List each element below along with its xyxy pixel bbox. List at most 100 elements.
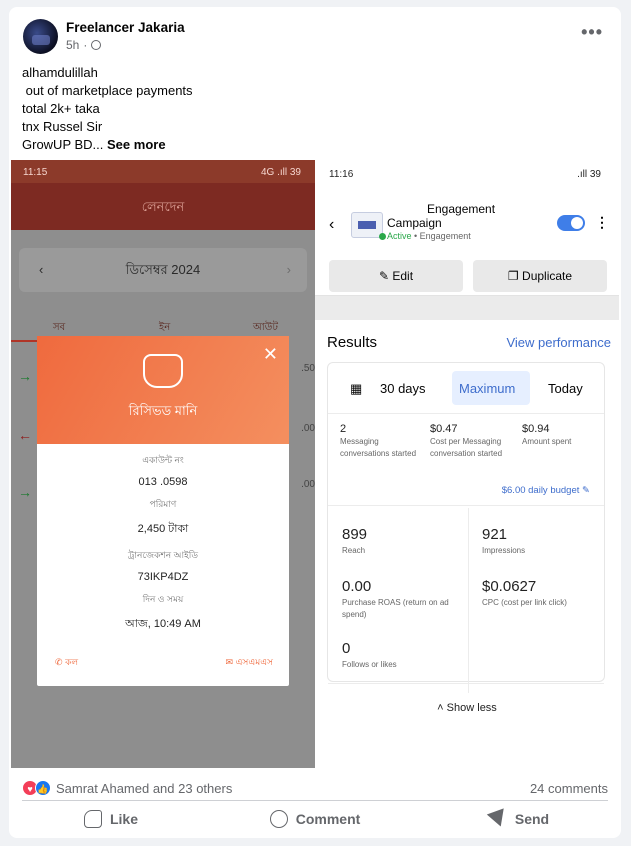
view-performance-link: View performance	[506, 335, 611, 350]
send-label: Send	[514, 811, 550, 827]
like-button[interactable]: Like	[9, 804, 213, 834]
author-name[interactable]: Freelancer Jakaria	[66, 20, 185, 35]
chevron-right-icon: ›	[286, 262, 291, 277]
results-box: ▦ 30 days Maximum Today 2 Messaging conve…	[327, 362, 605, 693]
datetime-label: দিন ও সময়	[142, 594, 184, 604]
divider	[328, 683, 604, 684]
post-line: GrowUP BD... See more	[22, 136, 193, 154]
amount-label: পরিমাণ	[149, 499, 177, 509]
segment-today: Today	[548, 381, 583, 396]
app-title: লেনদেন	[11, 183, 315, 230]
metric-value: 2	[340, 423, 347, 435]
see-more-link[interactable]: See more	[107, 137, 166, 152]
date-segments: ▦ 30 days Maximum Today	[328, 371, 604, 405]
metric-value: $0.94	[522, 423, 550, 435]
post-line: out of marketplace payments	[22, 83, 193, 98]
arrow-out-icon: ←	[18, 427, 32, 443]
post-text: alhamdulillah out of marketplace payment…	[22, 64, 193, 154]
account-label: একাউন্ট নং	[142, 455, 184, 465]
datetime-value: আজ, 10:49 AM	[125, 618, 201, 630]
back-icon: ‹	[329, 216, 335, 233]
kpi-item: 0 Follows or likes	[342, 640, 462, 671]
tab-all: সব	[53, 322, 66, 333]
daily-budget-link: $6.00 daily budget ✎	[502, 485, 590, 496]
tab-out: আউট	[253, 322, 278, 333]
duplicate-button: ❐ Duplicate	[473, 260, 607, 292]
active-sub: • Engagement	[411, 231, 471, 241]
mail-icon: ✉	[225, 657, 234, 667]
post-stats: ♥ 👍 Samrat Ahamed and 23 others 24 comme…	[9, 773, 621, 807]
account-value: 013​ .0598	[138, 476, 188, 488]
amount-fragment: .50	[301, 363, 315, 374]
kpi-item: 921 Impressions	[482, 526, 602, 557]
sms-label: এসএমএস	[235, 657, 273, 667]
post-line: total 2k+ taka	[22, 101, 100, 116]
post-header: Freelancer Jakaria 5h · •••	[9, 7, 621, 63]
comment-button[interactable]: Comment	[213, 804, 417, 834]
send-button[interactable]: Send	[417, 804, 621, 834]
kpi-value: 0	[342, 640, 351, 657]
right-screenshot[interactable]: 11:16 .ıll 39 ‹ Engagement Campaign Acti…	[315, 160, 619, 768]
post-time[interactable]: 5h	[66, 38, 79, 52]
received-money-modal: ✕ রিসিভড মানি একাউন্ট নং 013​ .0598 পরিম…	[37, 336, 289, 686]
more-options-icon[interactable]: •••	[581, 22, 603, 43]
panel-footer	[315, 740, 619, 768]
show-less-button: ˄ Show less	[315, 702, 619, 714]
chevron-left-icon: ‹	[39, 262, 44, 277]
campaign-toggle	[557, 215, 585, 231]
budget-label: $6.00 daily budget	[501, 485, 580, 496]
globe-icon	[91, 40, 102, 50]
post-line: alhamdulillah	[22, 65, 98, 80]
engagement-heading: Engagement	[427, 202, 496, 216]
segment-30-days: 30 days	[380, 381, 426, 396]
post-line-last: GrowUP BD...	[22, 137, 104, 152]
calendar-icon: ▦	[350, 381, 363, 396]
comments-count[interactable]: 24 comments	[530, 781, 608, 796]
send-icon	[486, 808, 510, 830]
left-screenshot[interactable]: 11:15 4G .ıll 39 লেনদেন ‹ ডিসেম্বর 2024 …	[11, 160, 315, 768]
kpi-label: Purchase ROAS (return on ad spend)	[342, 598, 449, 619]
avatar[interactable]	[23, 19, 58, 54]
modal-body: একাউন্ট নং 013​ .0598 পরিমাণ 2,450 টাকা …	[37, 453, 289, 634]
modal-title: রিসিভড মানি	[128, 403, 198, 418]
handshake-icon	[143, 354, 183, 388]
campaign-header: ‹ Engagement Campaign Active • Engagemen…	[315, 186, 619, 296]
kpi-item: 0.00 Purchase ROAS (return on ad spend)	[342, 579, 462, 621]
month-label: ডিসেম্বর 2024	[125, 262, 201, 277]
segment-maximum: Maximum	[459, 381, 516, 396]
call-label: কল	[65, 657, 79, 667]
campaign-status: Active • Engagement	[387, 231, 471, 241]
phone-icon: ✆	[55, 657, 63, 667]
reactions[interactable]: ♥ 👍 Samrat Ahamed and 23 others	[22, 780, 232, 796]
metric-item: $0.47 Cost per Messaging conversation sta…	[430, 423, 518, 460]
divider	[328, 505, 604, 506]
like-label: Like	[109, 811, 138, 827]
kpi-value: 921	[482, 526, 508, 543]
kpi-label: CPC (cost per link click)	[482, 598, 567, 607]
active-dot-icon	[379, 233, 386, 240]
sms-action: ✉ এসএমএস	[226, 655, 274, 670]
actions-divider	[22, 800, 608, 801]
metric-item: 2 Messaging conversations started	[340, 423, 426, 460]
status-bar: 11:15 4G .ıll 39	[11, 160, 315, 183]
duplicate-label: Duplicate	[522, 269, 573, 283]
kpi-item: 899 Reach	[342, 527, 462, 557]
reactions-text[interactable]: Samrat Ahamed and 23 others	[56, 781, 232, 796]
chevron-up-icon: ˄	[437, 702, 444, 714]
post-images: 11:15 4G .ıll 39 লেনদেন ‹ ডিসেম্বর 2024 …	[11, 160, 619, 768]
status-icons: .ıll 39	[577, 169, 601, 180]
post-line: tnx Russel Sir	[22, 119, 103, 134]
metric-item: $0.94 Amount spent	[522, 423, 602, 448]
close-icon: ✕	[262, 344, 278, 364]
call-action: ✆ কল	[55, 655, 78, 670]
copy-icon: ❐	[507, 269, 519, 283]
modal-footer: ✆ কল ✉ এসএমএস	[55, 655, 273, 670]
status-bar: 11:16 .ıll 39	[315, 160, 619, 186]
modal-header: ✕ রিসিভড মানি	[37, 336, 289, 444]
status-time: 11:15	[23, 167, 48, 178]
kpi-item: $0.0627 CPC (cost per link click)	[482, 579, 602, 609]
results-title: Results	[327, 334, 378, 351]
thumbs-up-icon	[83, 810, 102, 828]
trx-value: 73IKP4DZ	[137, 571, 189, 583]
arrow-in-icon: →	[18, 368, 32, 384]
